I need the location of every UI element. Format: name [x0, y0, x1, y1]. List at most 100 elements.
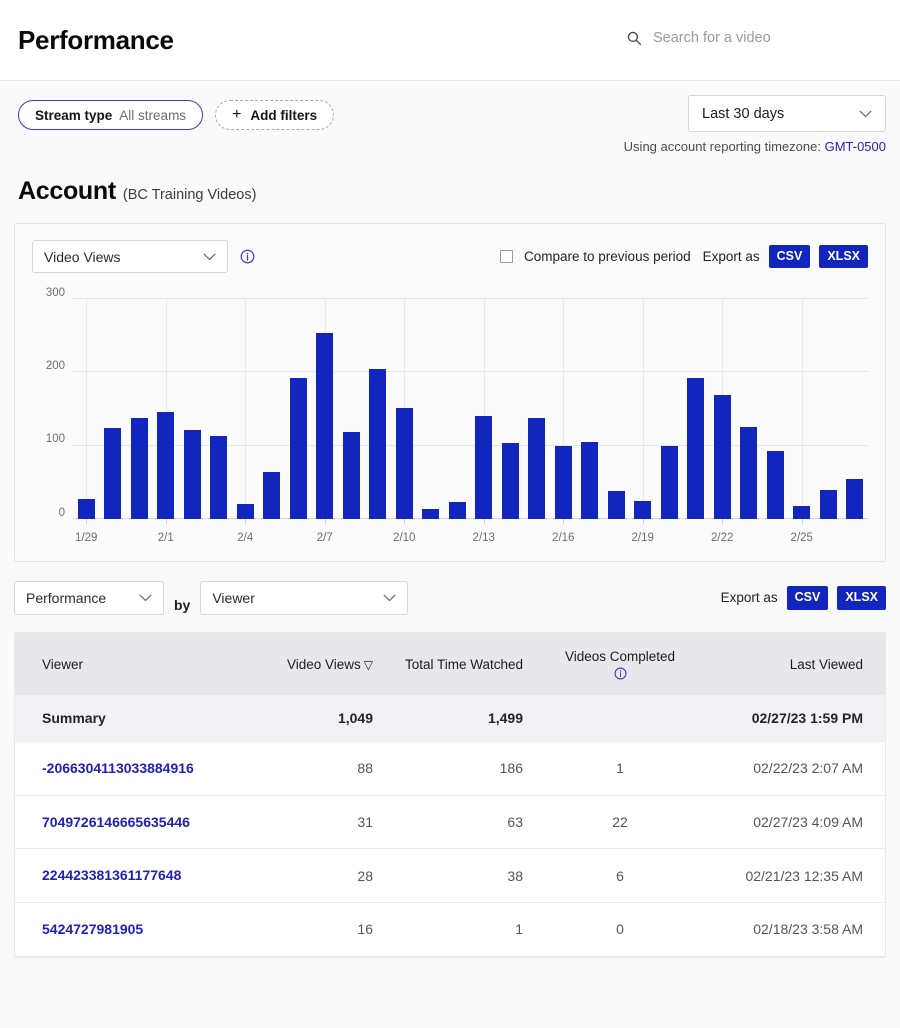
- chart-bar[interactable]: [449, 502, 466, 519]
- table-export-csv-button[interactable]: CSV: [787, 586, 829, 610]
- cell-videos-completed: 0: [535, 903, 705, 957]
- chart-x-tick: [404, 519, 405, 524]
- compare-checkbox[interactable]: [500, 250, 513, 263]
- chart-bar[interactable]: [475, 416, 492, 519]
- stream-type-key: Stream type: [35, 108, 112, 123]
- report-type-value: Performance: [26, 590, 106, 606]
- chart-plot-area: 01002003001/292/12/42/72/102/132/162/192…: [73, 299, 868, 519]
- chart-export-controls: Compare to previous period Export as CSV…: [500, 240, 868, 273]
- chart-bar[interactable]: [661, 446, 678, 519]
- chart-bar[interactable]: [608, 491, 625, 519]
- chart-bar[interactable]: [104, 428, 121, 519]
- top-header-bar: Performance: [0, 0, 900, 81]
- chevron-down-icon: [383, 594, 396, 602]
- chart-bar[interactable]: [422, 509, 439, 519]
- chart-bar[interactable]: [846, 479, 863, 519]
- table-row-summary: Summary 1,049 1,499 02/27/23 1:59 PM: [15, 695, 885, 742]
- chart-bar[interactable]: [131, 418, 148, 519]
- dimension-value: Viewer: [212, 590, 255, 606]
- chart-y-tick-label: 100: [46, 433, 65, 445]
- chevron-down-icon: [139, 594, 152, 602]
- filter-chip-stream-type[interactable]: Stream type All streams: [18, 100, 203, 130]
- info-icon[interactable]: [547, 667, 693, 680]
- chart-bar[interactable]: [714, 395, 731, 519]
- viewer-link[interactable]: 224423381361177648: [42, 867, 181, 883]
- chart-bar[interactable]: [634, 501, 651, 519]
- chart-vertical-gridline: [245, 299, 246, 519]
- chart-y-tick-label: 200: [46, 360, 65, 372]
- chart-bar[interactable]: [290, 378, 307, 519]
- dimension-select[interactable]: Viewer: [200, 581, 408, 615]
- table-export-controls: Export as CSV XLSX: [718, 586, 886, 610]
- chart-x-tick-label: 2/19: [632, 532, 654, 544]
- viewer-link[interactable]: -2066304113033884916: [42, 760, 194, 776]
- chart-x-tick: [563, 519, 564, 524]
- by-label: by: [174, 597, 190, 615]
- video-search[interactable]: [626, 30, 883, 46]
- chart-bar[interactable]: [184, 430, 201, 519]
- chart-bar[interactable]: [396, 408, 413, 519]
- column-header-video-views[interactable]: Video Views▽: [225, 633, 385, 695]
- metric-select[interactable]: Video Views: [32, 240, 228, 273]
- chart-bar[interactable]: [502, 443, 519, 519]
- chart-x-tick-label: 2/25: [791, 532, 813, 544]
- info-icon[interactable]: [228, 249, 255, 264]
- compare-label: Compare to previous period: [524, 249, 691, 264]
- compare-previous-period-toggle[interactable]: Compare to previous period: [500, 249, 691, 264]
- cell-video-views: 31: [225, 795, 385, 849]
- chart-bar[interactable]: [793, 506, 810, 519]
- column-header-videos-completed[interactable]: Videos Completed: [535, 633, 705, 695]
- account-label: Account: [18, 177, 116, 206]
- search-input[interactable]: [653, 30, 883, 46]
- chart-bar[interactable]: [316, 333, 333, 519]
- account-name: (BC Training Videos): [123, 187, 257, 203]
- chart-x-tick: [802, 519, 803, 524]
- table-row: -206630411303388491688186102/22/23 2:07 …: [15, 742, 885, 796]
- add-filters-button[interactable]: + Add filters: [215, 100, 334, 130]
- timezone-link[interactable]: GMT-0500: [825, 139, 886, 154]
- report-type-select[interactable]: Performance: [14, 581, 164, 615]
- column-header-last-viewed[interactable]: Last Viewed: [705, 633, 885, 695]
- chart-bar[interactable]: [210, 436, 227, 519]
- chart-y-tick-label: 300: [46, 287, 65, 299]
- cell-viewer: 5424727981905: [15, 903, 225, 957]
- chart-bar[interactable]: [157, 412, 174, 519]
- chart-bar[interactable]: [343, 432, 360, 519]
- filter-bar: Stream type All streams + Add filters La…: [0, 81, 900, 130]
- chart-export-xlsx-button[interactable]: XLSX: [819, 245, 868, 269]
- chart-toolbar: Video Views Compare to previous period E…: [15, 224, 885, 273]
- chart-bar[interactable]: [687, 378, 704, 519]
- cell-videos-completed: 6: [535, 849, 705, 903]
- chart-bar[interactable]: [767, 451, 784, 519]
- chart-x-tick: [643, 519, 644, 524]
- cell-total-time-watched: 186: [385, 742, 535, 796]
- chart-vertical-gridline: [86, 299, 87, 519]
- plus-icon: +: [232, 107, 241, 123]
- column-header-total-time-watched[interactable]: Total Time Watched: [385, 633, 535, 695]
- viewer-link[interactable]: 5424727981905: [42, 921, 143, 937]
- cell-viewer: -2066304113033884916: [15, 742, 225, 796]
- chart-bar[interactable]: [581, 442, 598, 519]
- timezone-prefix: Using account reporting timezone:: [624, 139, 821, 154]
- cell-video-views: 88: [225, 742, 385, 796]
- chart-bar[interactable]: [555, 446, 572, 519]
- chevron-down-icon: [203, 253, 216, 261]
- chart-bar[interactable]: [263, 472, 280, 519]
- date-range-select[interactable]: Last 30 days: [688, 95, 886, 132]
- column-header-viewer[interactable]: Viewer: [15, 633, 225, 695]
- viewer-link[interactable]: 7049726146665635446: [42, 814, 190, 830]
- chart-x-tick-label: 2/7: [317, 532, 333, 544]
- page-title: Performance: [18, 25, 174, 56]
- chart-bar[interactable]: [740, 427, 757, 519]
- metric-select-value: Video Views: [44, 249, 121, 265]
- table-export-xlsx-button[interactable]: XLSX: [837, 586, 886, 610]
- chart-bar[interactable]: [528, 418, 545, 519]
- chart-x-tick-label: 1/29: [75, 532, 97, 544]
- chart-bar[interactable]: [820, 490, 837, 519]
- chart-export-csv-button[interactable]: CSV: [769, 245, 811, 269]
- chart-bar[interactable]: [237, 504, 254, 519]
- search-icon: [626, 30, 642, 46]
- chart-bar[interactable]: [78, 499, 95, 519]
- cell-last-viewed: 02/21/23 12:35 AM: [705, 849, 885, 903]
- chart-bar[interactable]: [369, 369, 386, 519]
